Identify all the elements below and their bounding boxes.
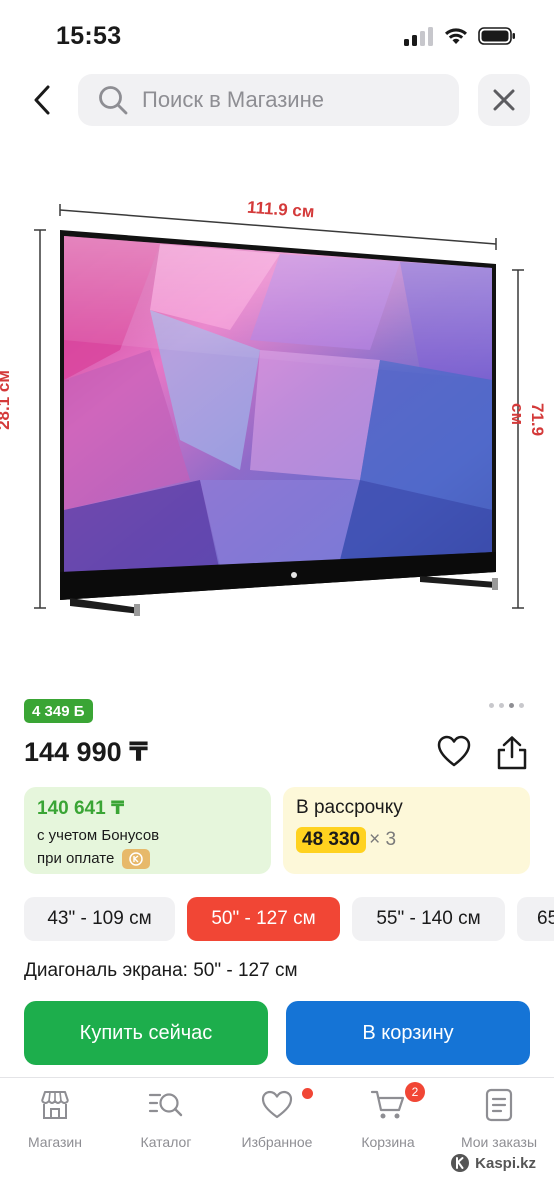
close-button[interactable] — [478, 74, 530, 126]
dimension-height-label: 71.9 см — [508, 403, 547, 437]
bonus-price-card[interactable]: 140 641 ₸ с учетом Бонусов при оплате — [24, 787, 271, 874]
cart-icon — [370, 1090, 405, 1119]
tab-orders-label: Мои заказы — [460, 1134, 538, 1150]
search-input[interactable] — [142, 87, 442, 113]
back-button[interactable] — [26, 80, 58, 120]
cellular-signal-icon — [404, 27, 433, 46]
tab-store[interactable]: Магазин — [0, 1088, 110, 1150]
kaspi-watermark: Kaspi.kz — [450, 1153, 536, 1173]
tab-orders[interactable]: Мои заказы — [444, 1088, 554, 1150]
bonus-line-1: с учетом Бонусов — [37, 827, 160, 844]
gallery-dot — [519, 703, 524, 708]
buy-now-label: Купить сейчас — [79, 1021, 213, 1044]
status-time: 15:53 — [56, 22, 122, 50]
size-option-50-selected[interactable]: 50" - 127 см — [187, 897, 340, 941]
gallery-dots — [489, 703, 524, 708]
close-icon — [493, 89, 515, 111]
tab-store-label: Магазин — [27, 1134, 82, 1150]
tab-cart[interactable]: 2 Корзина — [333, 1082, 443, 1150]
search-box[interactable] — [78, 74, 459, 126]
bonus-line-2-wrapper: при оплате — [37, 847, 159, 870]
diagonal-text: Диагональ экрана: 50" - 127 см — [24, 960, 298, 981]
installment-multiplier: × 3 — [369, 829, 397, 850]
bonus-description: с учетом Бонусов при оплате — [37, 824, 159, 870]
installment-amount-row: 48 330 × 3 — [296, 827, 396, 853]
battery-icon — [478, 27, 515, 45]
bonus-badge: 4 349 Б — [24, 699, 93, 723]
favorite-button[interactable] — [437, 735, 471, 769]
tab-cart-label: Корзина — [361, 1134, 415, 1150]
bonus-price: 140 641 ₸ — [37, 798, 125, 819]
favorites-notification-dot — [302, 1088, 313, 1099]
search-icon — [99, 86, 128, 115]
tv-illustration — [34, 204, 524, 616]
bonus-line-2: при оплате — [37, 850, 115, 867]
status-bar: 15:53 — [0, 0, 554, 66]
status-icons — [404, 26, 516, 46]
size-selector: 43" - 109 см 50" - 127 см 55" - 140 см 6… — [0, 897, 554, 941]
add-to-cart-button[interactable]: В корзину — [286, 1001, 530, 1065]
cart-count-badge: 2 — [405, 1082, 425, 1102]
search-header — [0, 72, 554, 128]
share-button[interactable] — [495, 735, 529, 771]
product-price: 144 990 ₸ — [24, 737, 148, 767]
bottom-tab-bar: Магазин Каталог Избранное 2 Корзина Мои … — [0, 1077, 554, 1200]
size-option-65[interactable]: 65" - 165 см — [517, 897, 554, 941]
gallery-dot-active — [509, 703, 514, 708]
add-to-cart-label: В корзину — [362, 1021, 454, 1044]
store-icon — [41, 1091, 69, 1119]
favorites-heart-icon — [261, 1090, 293, 1119]
product-image[interactable]: 111.9 см 28.1 см 71.9 см — [0, 180, 554, 640]
size-option-55[interactable]: 55" - 140 см — [352, 897, 505, 941]
tab-catalog[interactable]: Каталог — [111, 1088, 221, 1150]
bonus-badge-label: 4 349 Б — [32, 702, 85, 720]
dimension-depth-label: 28.1 см — [0, 370, 13, 430]
gallery-dot — [499, 703, 504, 708]
tab-favorites-label: Избранное — [241, 1134, 313, 1150]
installment-amount: 48 330 — [296, 827, 367, 853]
orders-icon — [485, 1088, 513, 1122]
heart-icon — [437, 735, 471, 767]
wifi-icon — [445, 28, 467, 44]
gallery-dot — [489, 703, 494, 708]
watermark-text: Kaspi.kz — [475, 1154, 536, 1172]
chevron-left-icon — [34, 85, 50, 115]
kaspi-gold-icon — [122, 849, 151, 870]
buy-now-button[interactable]: Купить сейчас — [24, 1001, 268, 1065]
tab-favorites[interactable]: Избранное — [222, 1088, 332, 1150]
catalog-icon — [148, 1093, 183, 1117]
tab-catalog-label: Каталог — [140, 1134, 192, 1150]
size-option-43[interactable]: 43" - 109 см — [24, 897, 175, 941]
installment-title: В рассрочку — [296, 797, 403, 818]
kaspi-logo-icon — [451, 1154, 470, 1172]
installment-card[interactable]: В рассрочку 48 330 × 3 — [283, 787, 530, 874]
share-icon — [497, 736, 527, 770]
